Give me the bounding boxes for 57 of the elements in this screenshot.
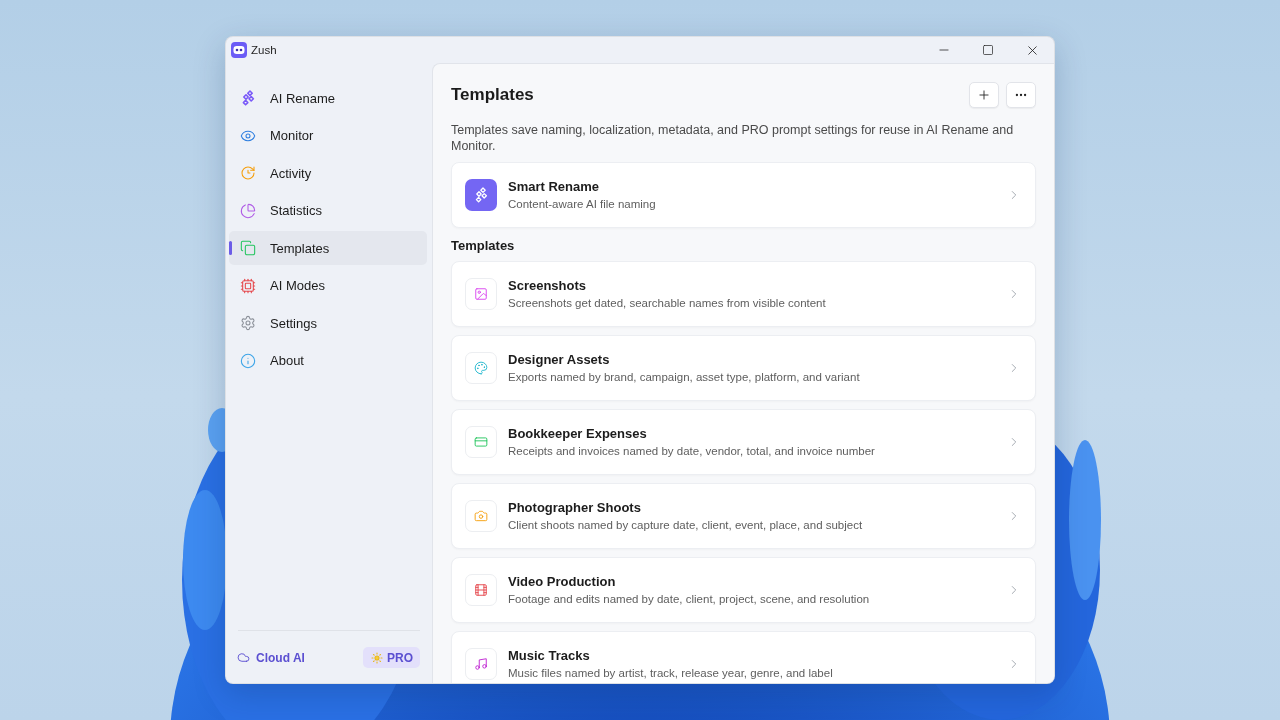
more-button[interactable] xyxy=(1006,82,1036,108)
sidebar-item[interactable]: About xyxy=(229,343,427,378)
robot-logo-icon xyxy=(231,42,247,58)
diamonds-icon xyxy=(465,179,497,211)
template-description: Screenshots get dated, searchable names from visible content xyxy=(508,295,827,311)
template-description: Footage and edits named by date, client, project, scene, and resolution xyxy=(508,591,871,607)
page-description: Templates save naming, localization, metadata, and PRO prompt settings for reuse in AI Rename and Monitor. xyxy=(451,122,1015,154)
plus-icon xyxy=(977,88,991,102)
pro-button[interactable]: PRO xyxy=(363,647,420,668)
window-title: Zush xyxy=(251,44,277,56)
template-card[interactable]: Music Tracks Music files named by artist, track, release year, genre, and label xyxy=(451,631,1036,683)
credit-card-icon xyxy=(465,426,497,458)
template-title: Bookkeeper Expenses xyxy=(508,425,648,442)
section-title: Templates xyxy=(451,238,516,254)
music-note-icon xyxy=(465,648,497,680)
palette-icon xyxy=(465,352,497,384)
sidebar-item[interactable]: AI Modes xyxy=(229,268,427,303)
template-title: Music Tracks xyxy=(508,647,591,664)
sidebar-item[interactable]: Settings xyxy=(229,306,427,340)
cloud-icon xyxy=(237,651,250,664)
pie-chart-icon xyxy=(240,202,256,219)
template-card[interactable]: Designer Assets Exports named by brand, campaign, asset type, platform, and variant xyxy=(451,335,1036,401)
diamonds-icon xyxy=(240,90,256,106)
template-title: Screenshots xyxy=(508,277,588,294)
template-description: Music files named by artist, track, release year, genre, and label xyxy=(508,665,834,681)
template-description: Receipts and invoices named by date, vendor, total, and invoice number xyxy=(508,443,876,459)
camera-icon xyxy=(465,500,497,532)
template-card[interactable]: Video Production Footage and edits named by date, client, project, scene, and resolution xyxy=(451,557,1036,623)
template-description: Client shoots named by capture date, client, event, place, and subject xyxy=(508,517,864,533)
clock-arrow-icon xyxy=(240,165,256,181)
cloud-ai-link[interactable]: Cloud AI xyxy=(237,650,305,665)
add-button[interactable] xyxy=(969,82,999,108)
chip-icon xyxy=(240,277,256,294)
template-title: Photographer Shoots xyxy=(508,499,642,516)
template-description: Content-aware AI file naming xyxy=(508,196,657,212)
maximize-icon xyxy=(982,44,994,56)
image-icon xyxy=(465,278,497,310)
film-icon xyxy=(465,574,497,606)
template-title: Smart Rename xyxy=(508,178,601,195)
info-icon xyxy=(240,352,256,369)
template-card[interactable]: Bookkeeper Expenses Receipts and invoices named by date, vendor, total, and invoice number xyxy=(451,409,1036,475)
sidebar-item[interactable]: Activity xyxy=(229,156,427,190)
selection-indicator xyxy=(229,241,232,255)
template-card[interactable]: Photographer Shoots Client shoots named by capture date, client, event, place, and subject xyxy=(451,483,1036,549)
page-title: Templates xyxy=(451,85,534,105)
sidebar-item[interactable]: AI Rename xyxy=(229,81,427,115)
template-title: Designer Assets xyxy=(508,351,611,368)
sidebar-item[interactable]: Templates xyxy=(229,231,427,265)
settings-icon xyxy=(240,315,256,331)
stacked-squares-icon xyxy=(240,240,256,256)
featured-template-card[interactable]: Smart Rename Content-aware AI file naming xyxy=(451,162,1036,228)
sun-icon xyxy=(371,651,383,664)
template-card[interactable]: Screenshots Screenshots get dated, searchable names from visible content xyxy=(451,261,1036,327)
sidebar-item[interactable]: Statistics xyxy=(229,193,427,228)
template-title: Video Production xyxy=(508,573,617,590)
template-description: Exports named by brand, campaign, asset type, platform, and variant xyxy=(508,369,861,385)
sidebar-item[interactable]: Monitor xyxy=(229,118,427,153)
